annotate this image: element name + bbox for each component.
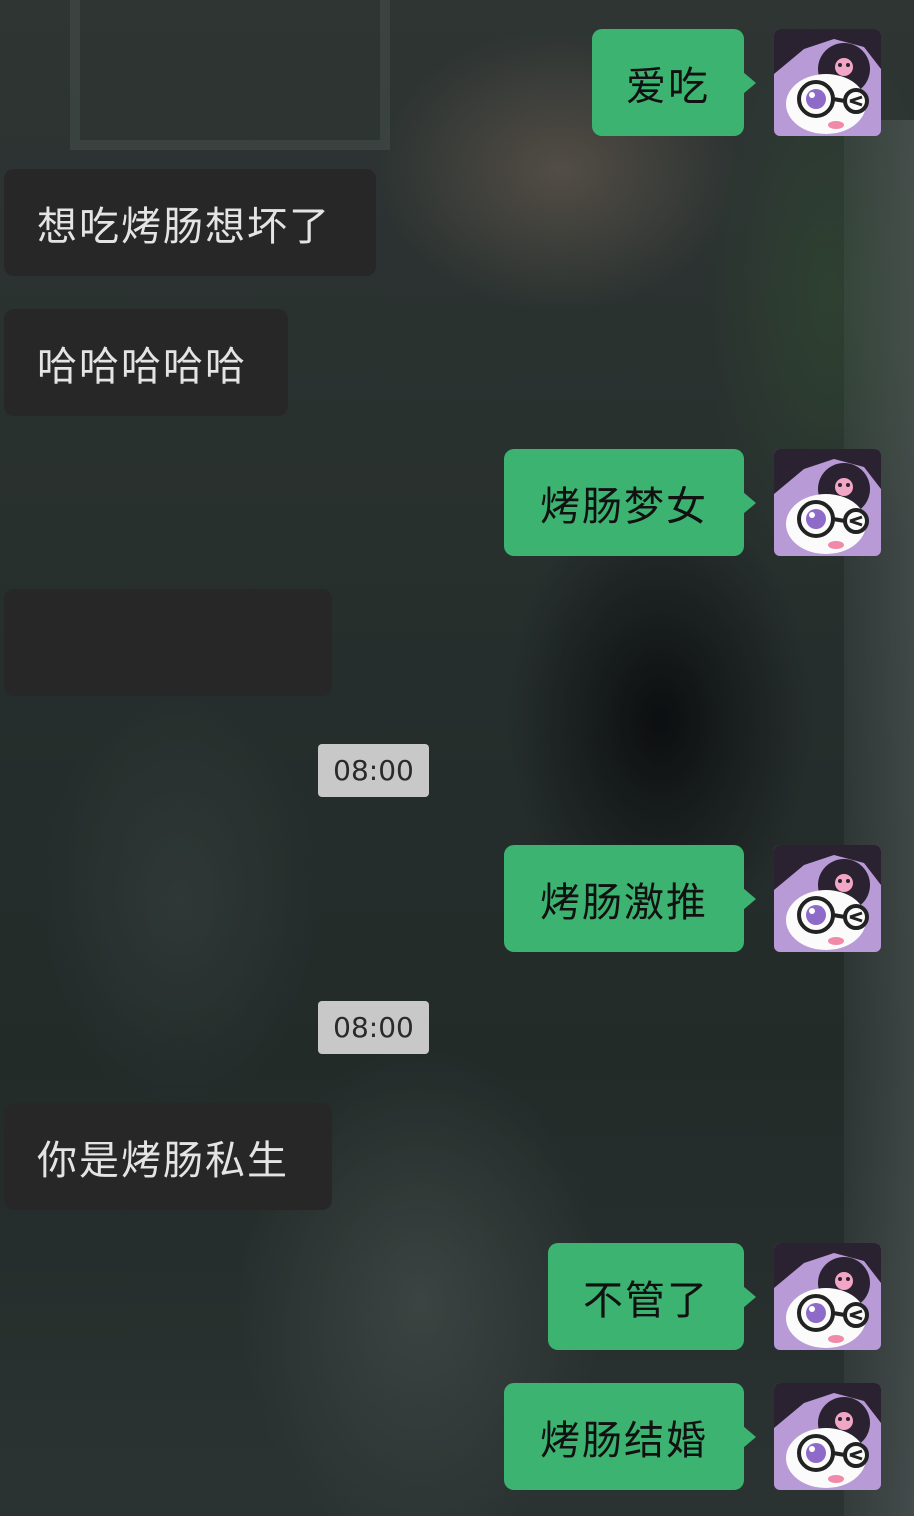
message-text: 烤肠梦女 bbox=[540, 483, 708, 530]
kuromi-avatar-icon[interactable] bbox=[774, 1383, 881, 1490]
incoming-message[interactable] bbox=[4, 589, 332, 696]
outgoing-message[interactable]: 烤肠结婚 bbox=[504, 1383, 756, 1490]
avatar-svg bbox=[774, 29, 881, 136]
message-text: 你是烤肠私生 bbox=[37, 1137, 289, 1184]
incoming-message[interactable]: 你是烤肠私生 bbox=[4, 1103, 332, 1210]
avatar-svg bbox=[774, 1383, 881, 1490]
kuromi-avatar-icon[interactable] bbox=[774, 29, 881, 136]
outgoing-message[interactable]: 爱吃 bbox=[592, 29, 756, 136]
message-text: 哈哈哈哈哈 bbox=[37, 343, 247, 390]
message-text: 烤肠结婚 bbox=[540, 1417, 708, 1464]
outgoing-message[interactable]: 烤肠激推 bbox=[504, 845, 756, 952]
incoming-message[interactable]: 哈哈哈哈哈 bbox=[4, 309, 288, 416]
avatar-svg bbox=[774, 1243, 881, 1350]
outgoing-message[interactable]: 烤肠梦女 bbox=[504, 449, 756, 556]
message-text: 烤肠激推 bbox=[540, 879, 708, 926]
message-text: 爱吃 bbox=[626, 63, 710, 110]
message-text: 不管了 bbox=[583, 1277, 709, 1324]
incoming-message[interactable]: 想吃烤肠想坏了 bbox=[4, 169, 376, 276]
message-text: 想吃烤肠想坏了 bbox=[37, 203, 331, 250]
timestamp: 08:00 bbox=[318, 744, 429, 797]
kuromi-avatar-icon[interactable] bbox=[774, 449, 881, 556]
avatar-svg bbox=[774, 845, 881, 952]
avatar-svg bbox=[774, 449, 881, 556]
timestamp: 08:00 bbox=[318, 1001, 429, 1054]
kuromi-avatar-icon[interactable] bbox=[774, 1243, 881, 1350]
kuromi-avatar-icon[interactable] bbox=[774, 845, 881, 952]
outgoing-message[interactable]: 不管了 bbox=[548, 1243, 756, 1350]
